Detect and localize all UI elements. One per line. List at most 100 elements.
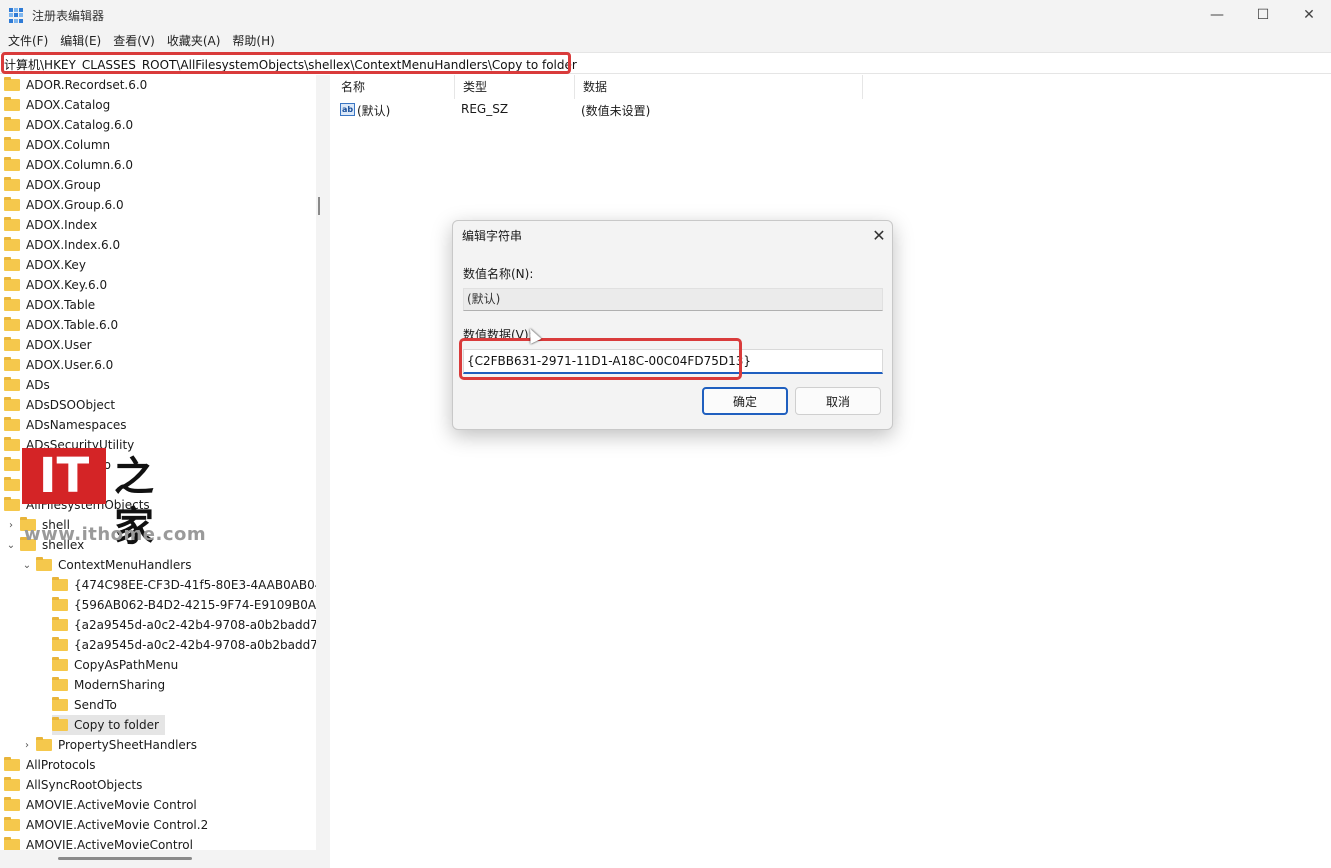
- folder-icon: [4, 497, 20, 511]
- ok-button[interactable]: 确定: [702, 387, 788, 415]
- dialog-close-button[interactable]: ✕: [867, 224, 891, 246]
- tree-item[interactable]: ADOX.Index.6.0: [4, 235, 120, 255]
- folder-icon: [52, 697, 68, 711]
- tree-item[interactable]: ADOX.Group.6.0: [4, 195, 124, 215]
- folder-icon: [4, 377, 20, 391]
- tree-item-handler[interactable]: {a2a9545d-a0c2-42b4-9708-a0b2badd77: [52, 635, 316, 655]
- tree-item[interactable]: ADOX.Table.6.0: [4, 315, 118, 335]
- folder-icon: [4, 237, 20, 251]
- expander-icon[interactable]: ›: [22, 735, 32, 755]
- expander-icon[interactable]: ⌄: [22, 555, 32, 575]
- string-value-icon: ab: [340, 103, 355, 116]
- ithome-logo: IT: [22, 448, 106, 504]
- tree-item[interactable]: ADOR.Recordset.6.0: [4, 75, 147, 95]
- tree-item[interactable]: AMOVIE.ActiveMovie Control: [4, 795, 197, 815]
- folder-icon: [4, 417, 20, 431]
- vertical-scrollbar-thumb[interactable]: [318, 197, 320, 215]
- expander-icon[interactable]: ⌄: [6, 535, 16, 555]
- pane-splitter[interactable]: [316, 75, 330, 868]
- close-button[interactable]: ✕: [1286, 0, 1331, 30]
- cancel-button[interactable]: 取消: [795, 387, 881, 415]
- tree-item-label: ADOX.Column.6.0: [26, 158, 134, 172]
- menu-file[interactable]: 文件(F): [4, 30, 56, 52]
- tree-item[interactable]: ADOX.User.6.0: [4, 355, 113, 375]
- tree-item[interactable]: ADOX.Index: [4, 215, 97, 235]
- data-highlight-box: [459, 338, 742, 380]
- folder-icon: [52, 657, 68, 671]
- tree-item-label: ADOX.Catalog.6.0: [26, 118, 134, 132]
- tree-item[interactable]: ADOX.User: [4, 335, 92, 355]
- folder-icon: [4, 157, 20, 171]
- tree-item-label: ADsNamespaces: [26, 418, 127, 432]
- column-header-name[interactable]: 名称: [333, 75, 455, 99]
- tree-item[interactable]: ADOX.Table: [4, 295, 95, 315]
- folder-icon: [4, 777, 20, 791]
- tree-item-handler[interactable]: SendTo: [52, 695, 117, 715]
- tree-item-handler[interactable]: {596AB062-B4D2-4215-9F74-E9109B0A81: [52, 595, 316, 615]
- folder-icon: [4, 257, 20, 271]
- folder-icon: [4, 317, 20, 331]
- tree-item[interactable]: ADOX.Group: [4, 175, 101, 195]
- tree-item[interactable]: AMOVIE.ActiveMovieControl: [4, 835, 193, 850]
- tree-item-label: ADOX.Key: [26, 258, 86, 272]
- maximize-button[interactable]: ☐: [1240, 0, 1286, 30]
- tree-item[interactable]: ADs: [4, 375, 50, 395]
- folder-icon: [36, 557, 52, 571]
- tree-item-label: ADOR.Recordset.6.0: [26, 78, 148, 92]
- value-name[interactable]: (默认): [357, 102, 390, 119]
- value-data: (数值未设置): [581, 104, 651, 118]
- tree-item-handler[interactable]: Copy to folder: [52, 715, 165, 735]
- expander-icon[interactable]: ›: [6, 515, 16, 535]
- folder-icon: [4, 177, 20, 191]
- tree-item[interactable]: AllSyncRootObjects: [4, 775, 142, 795]
- minimize-button[interactable]: —: [1194, 0, 1240, 30]
- folder-icon: [52, 577, 68, 591]
- menu-favorites[interactable]: 收藏夹(A): [163, 30, 229, 52]
- ithome-url: www.ithome.com: [24, 524, 207, 545]
- tree-item[interactable]: AMOVIE.ActiveMovie Control.2: [4, 815, 208, 835]
- column-header-data[interactable]: 数据: [575, 75, 863, 99]
- column-header-type[interactable]: 类型: [455, 75, 575, 99]
- folder-icon: [4, 297, 20, 311]
- tree-item-label: AMOVIE.ActiveMovie Control.2: [26, 818, 209, 832]
- address-highlight-box: [1, 52, 571, 74]
- tree-item-context-menu-handlers[interactable]: ContextMenuHandlers: [36, 555, 191, 575]
- folder-icon: [4, 337, 20, 351]
- registry-editor-icon: [9, 8, 24, 23]
- tree-item-handler[interactable]: {474C98EE-CF3D-41f5-80E3-4AAB0AB0431: [52, 575, 316, 595]
- tree-item-label: ADOX.Key.6.0: [26, 278, 108, 292]
- value-name-field: (默认): [463, 288, 883, 311]
- tree-item-property-sheet-handlers[interactable]: PropertySheetHandlers: [36, 735, 197, 755]
- tree-item-label: SendTo: [74, 698, 117, 712]
- tree-item-label: ADOX.Group: [26, 178, 101, 192]
- folder-icon: [4, 437, 20, 451]
- folder-icon: [4, 757, 20, 771]
- menu-bar: 文件(F) 编辑(E) 查看(V) 收藏夹(A) 帮助(H): [0, 30, 1331, 52]
- tree-item[interactable]: ADOX.Column.6.0: [4, 155, 133, 175]
- tree-item[interactable]: AllProtocols: [4, 755, 96, 775]
- tree-item-handler[interactable]: {a2a9545d-a0c2-42b4-9708-a0b2badd77: [52, 615, 316, 635]
- menu-help[interactable]: 帮助(H): [228, 30, 282, 52]
- tree-item[interactable]: ADOX.Catalog: [4, 95, 110, 115]
- tree-item-handler[interactable]: CopyAsPathMenu: [52, 655, 178, 675]
- horizontal-scrollbar-thumb[interactable]: [58, 857, 192, 860]
- tree-item[interactable]: ADOX.Key.6.0: [4, 275, 107, 295]
- folder-icon: [4, 477, 20, 491]
- tree-item-handler[interactable]: ModernSharing: [52, 675, 165, 695]
- tree-item[interactable]: ADOX.Key: [4, 255, 86, 275]
- folder-icon: [4, 117, 20, 131]
- tree-item-label: PropertySheetHandlers: [58, 738, 197, 752]
- folder-icon: [52, 617, 68, 631]
- tree-item-label: ADsDSOObject: [26, 398, 116, 412]
- tree-item-label: AllProtocols: [26, 758, 96, 772]
- folder-icon: [4, 217, 20, 231]
- values-list[interactable]: 名称 类型 数据 (默认) REG_SZ (数值未设置): [333, 75, 1328, 865]
- menu-view[interactable]: 查看(V): [109, 30, 163, 52]
- tree-item[interactable]: ADsDSOObject: [4, 395, 115, 415]
- tree-item[interactable]: ADOX.Catalog.6.0: [4, 115, 133, 135]
- tree-item[interactable]: ADsNamespaces: [4, 415, 127, 435]
- tree-item[interactable]: ADOX.Column: [4, 135, 110, 155]
- tree-item-label: AllSyncRootObjects: [26, 778, 143, 792]
- tree-item-label: ADOX.User: [26, 338, 92, 352]
- menu-edit[interactable]: 编辑(E): [56, 30, 109, 52]
